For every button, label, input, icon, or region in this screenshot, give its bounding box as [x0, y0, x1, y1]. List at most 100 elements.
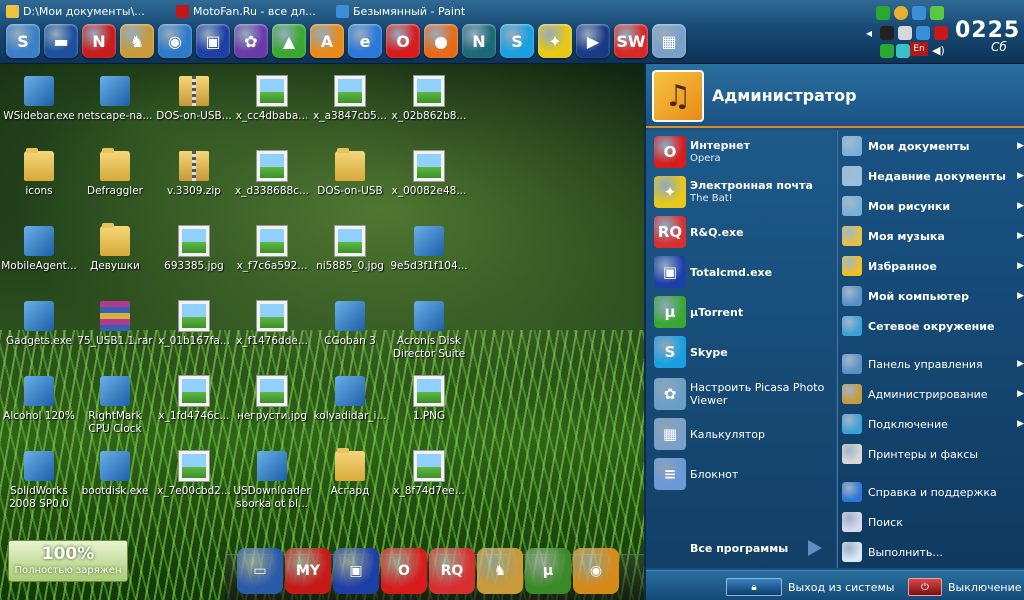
tray-speaker-icon[interactable]: ◀) — [932, 44, 946, 58]
coyote-icon[interactable]: ♞ — [120, 24, 154, 58]
desktop-icon[interactable]: 9e5d3f1f104... — [390, 226, 468, 273]
place-item[interactable]: Недавние документы ▶ — [842, 163, 1024, 189]
skype-icon[interactable]: S — [500, 24, 534, 58]
desktop-icon[interactable]: x_8f74d7ee... — [390, 451, 468, 498]
netscape-n-icon[interactable]: N — [462, 24, 496, 58]
netscape-icon[interactable]: N — [82, 24, 116, 58]
desktop-icon[interactable]: Gadgets.exe — [0, 301, 78, 348]
internet-explorer-icon[interactable]: e — [348, 24, 382, 58]
desktop-icon[interactable]: Асгард — [311, 448, 389, 498]
place-item[interactable]: Панель управления ▶ — [842, 351, 1024, 377]
network-globe-icon[interactable]: ◉ — [158, 24, 192, 58]
place-item[interactable]: Справка и поддержка — [842, 479, 1024, 505]
firefox-icon[interactable]: ● — [424, 24, 458, 58]
aimp-icon[interactable]: A — [310, 24, 344, 58]
program-item[interactable]: ≡ Блокнот — [654, 456, 834, 492]
user-avatar-icon[interactable]: ♫ — [652, 70, 704, 122]
place-item[interactable]: Мои документы ▶ — [842, 133, 1024, 159]
tray-volume-icon[interactable] — [880, 44, 894, 58]
desktop-icon[interactable]: Defraggler — [76, 148, 154, 198]
desktop-icon[interactable]: 693385.jpg — [155, 226, 233, 273]
desktop-icon[interactable]: bootdisk.exe — [76, 451, 154, 498]
calculator-icon[interactable]: ▦ — [652, 24, 686, 58]
program-item[interactable]: O Интернет Opera — [654, 134, 834, 170]
place-item[interactable]: Принтеры и факсы — [842, 441, 1024, 467]
program-item[interactable]: ✿ Настроить Picasa Photo Viewer — [654, 376, 834, 412]
desktop-icon[interactable]: x_00082e48... — [390, 151, 468, 198]
desktop-icon[interactable]: v.3309.zip — [155, 151, 233, 198]
desktop-icon[interactable]: негрусти.jpg — [233, 376, 311, 423]
desktop-icon[interactable]: MobileAgent... — [0, 226, 78, 273]
utorrent-icon[interactable]: µ — [525, 548, 571, 594]
program-item[interactable]: ▣ Totalcmd.exe — [654, 254, 834, 290]
desktop-icon[interactable]: x_7e00cbd2... — [155, 451, 233, 498]
all-programs-button[interactable]: Все программы — [690, 536, 830, 560]
language-indicator[interactable]: En — [910, 42, 928, 56]
my-docs-icon[interactable]: MY — [285, 548, 331, 594]
desktop-icon[interactable]: kolyadidar_i... — [311, 376, 389, 423]
logoff-button[interactable]: 🔒︎ Выход из системы — [726, 576, 894, 598]
coyote-icon[interactable]: ♞ — [477, 548, 523, 594]
place-item[interactable]: Сетевое окружение — [842, 313, 1024, 339]
desktop-icon[interactable]: icons — [0, 148, 78, 198]
clock[interactable]: 0225 Сб — [955, 18, 1020, 54]
sidebar-icon[interactable]: S — [6, 24, 40, 58]
place-item[interactable]: Избранное ▶ — [842, 253, 1024, 279]
opera-icon[interactable]: O — [386, 24, 420, 58]
desktop-icon[interactable]: RightMark CPU Clock Utility — [76, 376, 154, 436]
tray-user-icon[interactable] — [898, 26, 912, 40]
desktop-icon[interactable]: x_02b862b8... — [390, 76, 468, 123]
desktop-icon[interactable]: DOS-on-USB — [311, 148, 389, 198]
desktop-icon[interactable]: x_a3847cb5... — [311, 76, 389, 123]
program-item[interactable]: ▦ Калькулятор — [654, 416, 834, 452]
picasa-icon[interactable]: ✿ — [234, 24, 268, 58]
desktop-icon[interactable]: SolidWorks 2008 SP0.0 — [0, 451, 78, 511]
window-icon[interactable]: ▬ — [44, 24, 78, 58]
place-item[interactable]: Моя музыка ▶ — [842, 223, 1024, 249]
desktop-icon[interactable]: Acronis Disk Director Suite — [390, 301, 468, 361]
floppy-icon[interactable]: ▣ — [333, 548, 379, 594]
rq-icon[interactable]: RQ — [429, 548, 475, 594]
solidworks-icon[interactable]: SW — [614, 24, 648, 58]
desktop-icon[interactable]: Alcohol 120% — [0, 376, 78, 423]
opera-icon[interactable]: O — [381, 548, 427, 594]
program-item[interactable]: RQ R&Q.exe — [654, 214, 834, 250]
tray-check-icon[interactable] — [930, 6, 944, 20]
taskbar-window-button[interactable]: Безымянный - Paint — [330, 0, 530, 22]
tray-monitor-icon[interactable] — [916, 26, 930, 40]
utorrent-green-icon[interactable]: ▲ — [272, 24, 306, 58]
desktop-icon[interactable]: x_01b167fa... — [155, 301, 233, 348]
battery-gadget[interactable]: 100% Полностью заряжен — [8, 540, 128, 582]
desktop-icon[interactable]: USDownloader sborka ot bl... — [233, 451, 311, 511]
tray-green-icon[interactable] — [876, 6, 890, 20]
tray-printer-icon[interactable] — [880, 26, 894, 40]
desktop-icon[interactable]: x_f1476dde... — [233, 301, 311, 348]
tray-arrow-icon[interactable]: ◂ — [866, 26, 880, 40]
computer-icon[interactable]: ▭ — [237, 548, 283, 594]
tray-network-icon[interactable] — [912, 6, 926, 20]
desktop-icon[interactable]: netscape-na... — [76, 76, 154, 123]
taskbar-window-button[interactable]: D:\Мои документы\... — [0, 0, 170, 22]
desktop-icon[interactable]: x_1fd4746c... — [155, 376, 233, 423]
place-item[interactable]: Выполнить... — [842, 539, 1024, 565]
program-item[interactable]: µ µTorrent — [654, 294, 834, 330]
desktop-icon[interactable]: x_d338688c... — [233, 151, 311, 198]
globe-icon[interactable]: ◉ — [573, 548, 619, 594]
place-item[interactable]: Мои рисунки ▶ — [842, 193, 1024, 219]
place-item[interactable]: Поиск — [842, 509, 1024, 535]
desktop-icon[interactable]: 75_USB1.1.rar — [76, 301, 154, 348]
place-item[interactable]: Мой компьютер ▶ — [842, 283, 1024, 309]
the-bat-icon[interactable]: ✦ — [538, 24, 572, 58]
desktop-icon[interactable]: Девушки — [76, 223, 154, 273]
floppy-icon[interactable]: ▣ — [196, 24, 230, 58]
desktop-icon[interactable]: ni5885_0.jpg — [311, 226, 389, 273]
desktop-icon[interactable]: WSidebar.exe — [0, 76, 78, 123]
desktop-icon[interactable]: x_cc4dbaba... — [233, 76, 311, 123]
program-item[interactable]: ✦ Электронная почта The Bat! — [654, 174, 834, 210]
shutdown-button[interactable]: ⏻ Выключение — [908, 576, 1022, 598]
kmplayer-icon[interactable]: ▶ — [576, 24, 610, 58]
place-item[interactable]: Подключение ▶ — [842, 411, 1024, 437]
desktop-icon[interactable]: CGoban 3 — [311, 301, 389, 348]
desktop-icon[interactable]: x_f7c6a592... — [233, 226, 311, 273]
tray-shield-icon[interactable] — [934, 26, 948, 40]
